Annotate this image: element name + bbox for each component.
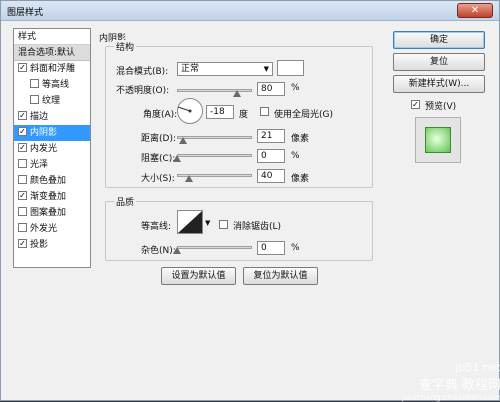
style-item[interactable]: 图案叠加 [14,205,90,221]
style-item-checkbox[interactable] [18,223,27,232]
choke-input[interactable]: 0 [257,149,285,163]
style-item[interactable]: ✓ 内发光 [14,141,90,157]
angle-unit: 度 [239,110,249,120]
style-item-label: 光泽 [30,160,49,170]
angle-dial[interactable] [177,98,203,124]
shadow-color-swatch[interactable] [277,60,304,76]
distance-unit: 像素 [291,134,310,144]
contour-label: 等高线: [141,222,172,232]
distance-label: 距离(D): [141,134,176,144]
noise-input[interactable]: 0 [257,241,285,255]
contour-picker[interactable] [177,210,203,234]
blend-mode-value: 正常 [181,64,200,74]
choke-label: 阻塞(C): [141,154,176,164]
style-preview [415,117,461,163]
global-light-label: 使用全局光(G) [274,110,333,120]
global-light-checkbox[interactable] [260,107,269,116]
preview-label: 预览(V) [425,102,457,112]
style-item-checkbox[interactable] [18,175,27,184]
style-item-checkbox[interactable] [18,207,27,216]
opacity-slider-thumb[interactable] [233,90,241,97]
structure-title: 结构 [114,40,137,53]
watermark-site: jb51.net [455,361,500,374]
layer-style-dialog: 图层样式 ✕ 样式 混合选项:默认 ✓ 斜面和浮雕 等高线 纹理 ✓ 描边 ✓ 内阴影 ✓ 内发光… [0,0,500,402]
style-item-label: 纹理 [42,96,61,106]
style-item[interactable]: 纹理 [14,93,90,109]
noise-label: 杂色(N): [141,246,176,256]
window-title: 图层样式 [7,8,44,18]
style-item-label: 内阴影 [30,128,58,138]
preview-swatch [425,127,451,153]
contour-curve-icon [178,211,202,233]
style-item-checkbox[interactable]: ✓ [18,191,27,200]
style-item-label: 斜面和浮雕 [30,64,76,74]
size-label: 大小(S): [141,174,175,184]
style-item-label: 等高线 [42,80,70,90]
dropdown-arrow-icon: ▼ [263,65,269,73]
style-item-label: 颜色叠加 [30,176,67,186]
noise-slider-track[interactable] [177,246,252,249]
watermark: jb51.net 查字典 教程网 jiaocheng.chazidian.com [361,361,500,402]
style-item[interactable]: 外发光 [14,221,90,237]
reset-default-button[interactable]: 复位为默认值 [243,267,318,285]
new-style-button[interactable]: 新建样式(W)... [393,75,485,93]
style-item-checkbox[interactable] [18,159,27,168]
watermark-brand: 查字典 教程网 [418,378,500,393]
style-item[interactable]: ✓ 投影 [14,237,90,253]
style-item[interactable]: ✓ 斜面和浮雕 [14,61,90,77]
style-item-label: 内发光 [30,144,58,154]
size-input[interactable]: 40 [257,169,285,183]
size-slider-thumb[interactable] [185,175,193,182]
style-item-checkbox[interactable] [30,79,39,88]
opacity-unit: % [291,83,300,93]
distance-slider-track[interactable] [177,136,252,139]
styles-list: 样式 混合选项:默认 ✓ 斜面和浮雕 等高线 纹理 ✓ 描边 ✓ 内阴影 ✓ 内发光 光泽 颜色叠加 ✓… [13,28,91,268]
noise-unit: % [291,243,300,253]
titlebar: 图层样式 ✕ [1,1,499,21]
angle-label: 角度(A): [143,110,178,120]
style-item[interactable]: ✓ 渐变叠加 [14,189,90,205]
style-item[interactable]: ✓ 描边 [14,109,90,125]
choke-slider-thumb[interactable] [173,155,181,162]
style-item-checkbox[interactable]: ✓ [18,63,27,72]
style-item-checkbox[interactable]: ✓ [18,127,27,136]
style-item-checkbox[interactable] [30,95,39,104]
style-item[interactable]: 等高线 [14,77,90,93]
style-item-label: 投影 [30,240,49,250]
contour-dropdown-icon[interactable]: ▼ [205,219,210,227]
style-item[interactable]: ✓ 内阴影 [14,125,90,141]
distance-slider-thumb[interactable] [179,137,187,144]
antialias-checkbox[interactable] [219,220,228,229]
close-button[interactable]: ✕ [457,3,493,18]
size-unit: 像素 [291,174,310,184]
blend-mode-label: 混合模式(B): [116,67,169,77]
quality-title: 品质 [114,195,137,208]
opacity-label: 不透明度(O): [116,86,170,96]
make-default-button[interactable]: 设置为默认值 [161,267,236,285]
style-item-label: 图案叠加 [30,208,67,218]
antialias-label: 消除锯齿(L) [233,222,282,232]
style-item-checkbox[interactable]: ✓ [18,111,27,120]
styles-header[interactable]: 样式 [14,29,90,45]
style-item[interactable]: 光泽 [14,157,90,173]
blending-options-item[interactable]: 混合选项:默认 [14,45,90,61]
choke-unit: % [291,151,300,161]
style-item[interactable]: 颜色叠加 [14,173,90,189]
style-item-label: 外发光 [30,224,58,234]
choke-slider-track[interactable] [177,154,252,157]
style-item-label: 渐变叠加 [30,192,67,202]
preview-checkbox[interactable]: ✓ [411,100,420,109]
style-item-checkbox[interactable]: ✓ [18,143,27,152]
ok-button[interactable]: 确定 [393,31,485,49]
noise-slider-thumb[interactable] [173,247,181,254]
angle-dial-icon [177,106,192,113]
distance-input[interactable]: 21 [257,129,285,143]
angle-input[interactable]: -18 [206,105,234,119]
style-item-label: 描边 [30,112,49,122]
style-item-checkbox[interactable]: ✓ [18,239,27,248]
opacity-input[interactable]: 80 [257,82,285,96]
reset-button[interactable]: 复位 [393,53,485,71]
blend-mode-select[interactable]: 正常 ▼ [177,62,273,76]
